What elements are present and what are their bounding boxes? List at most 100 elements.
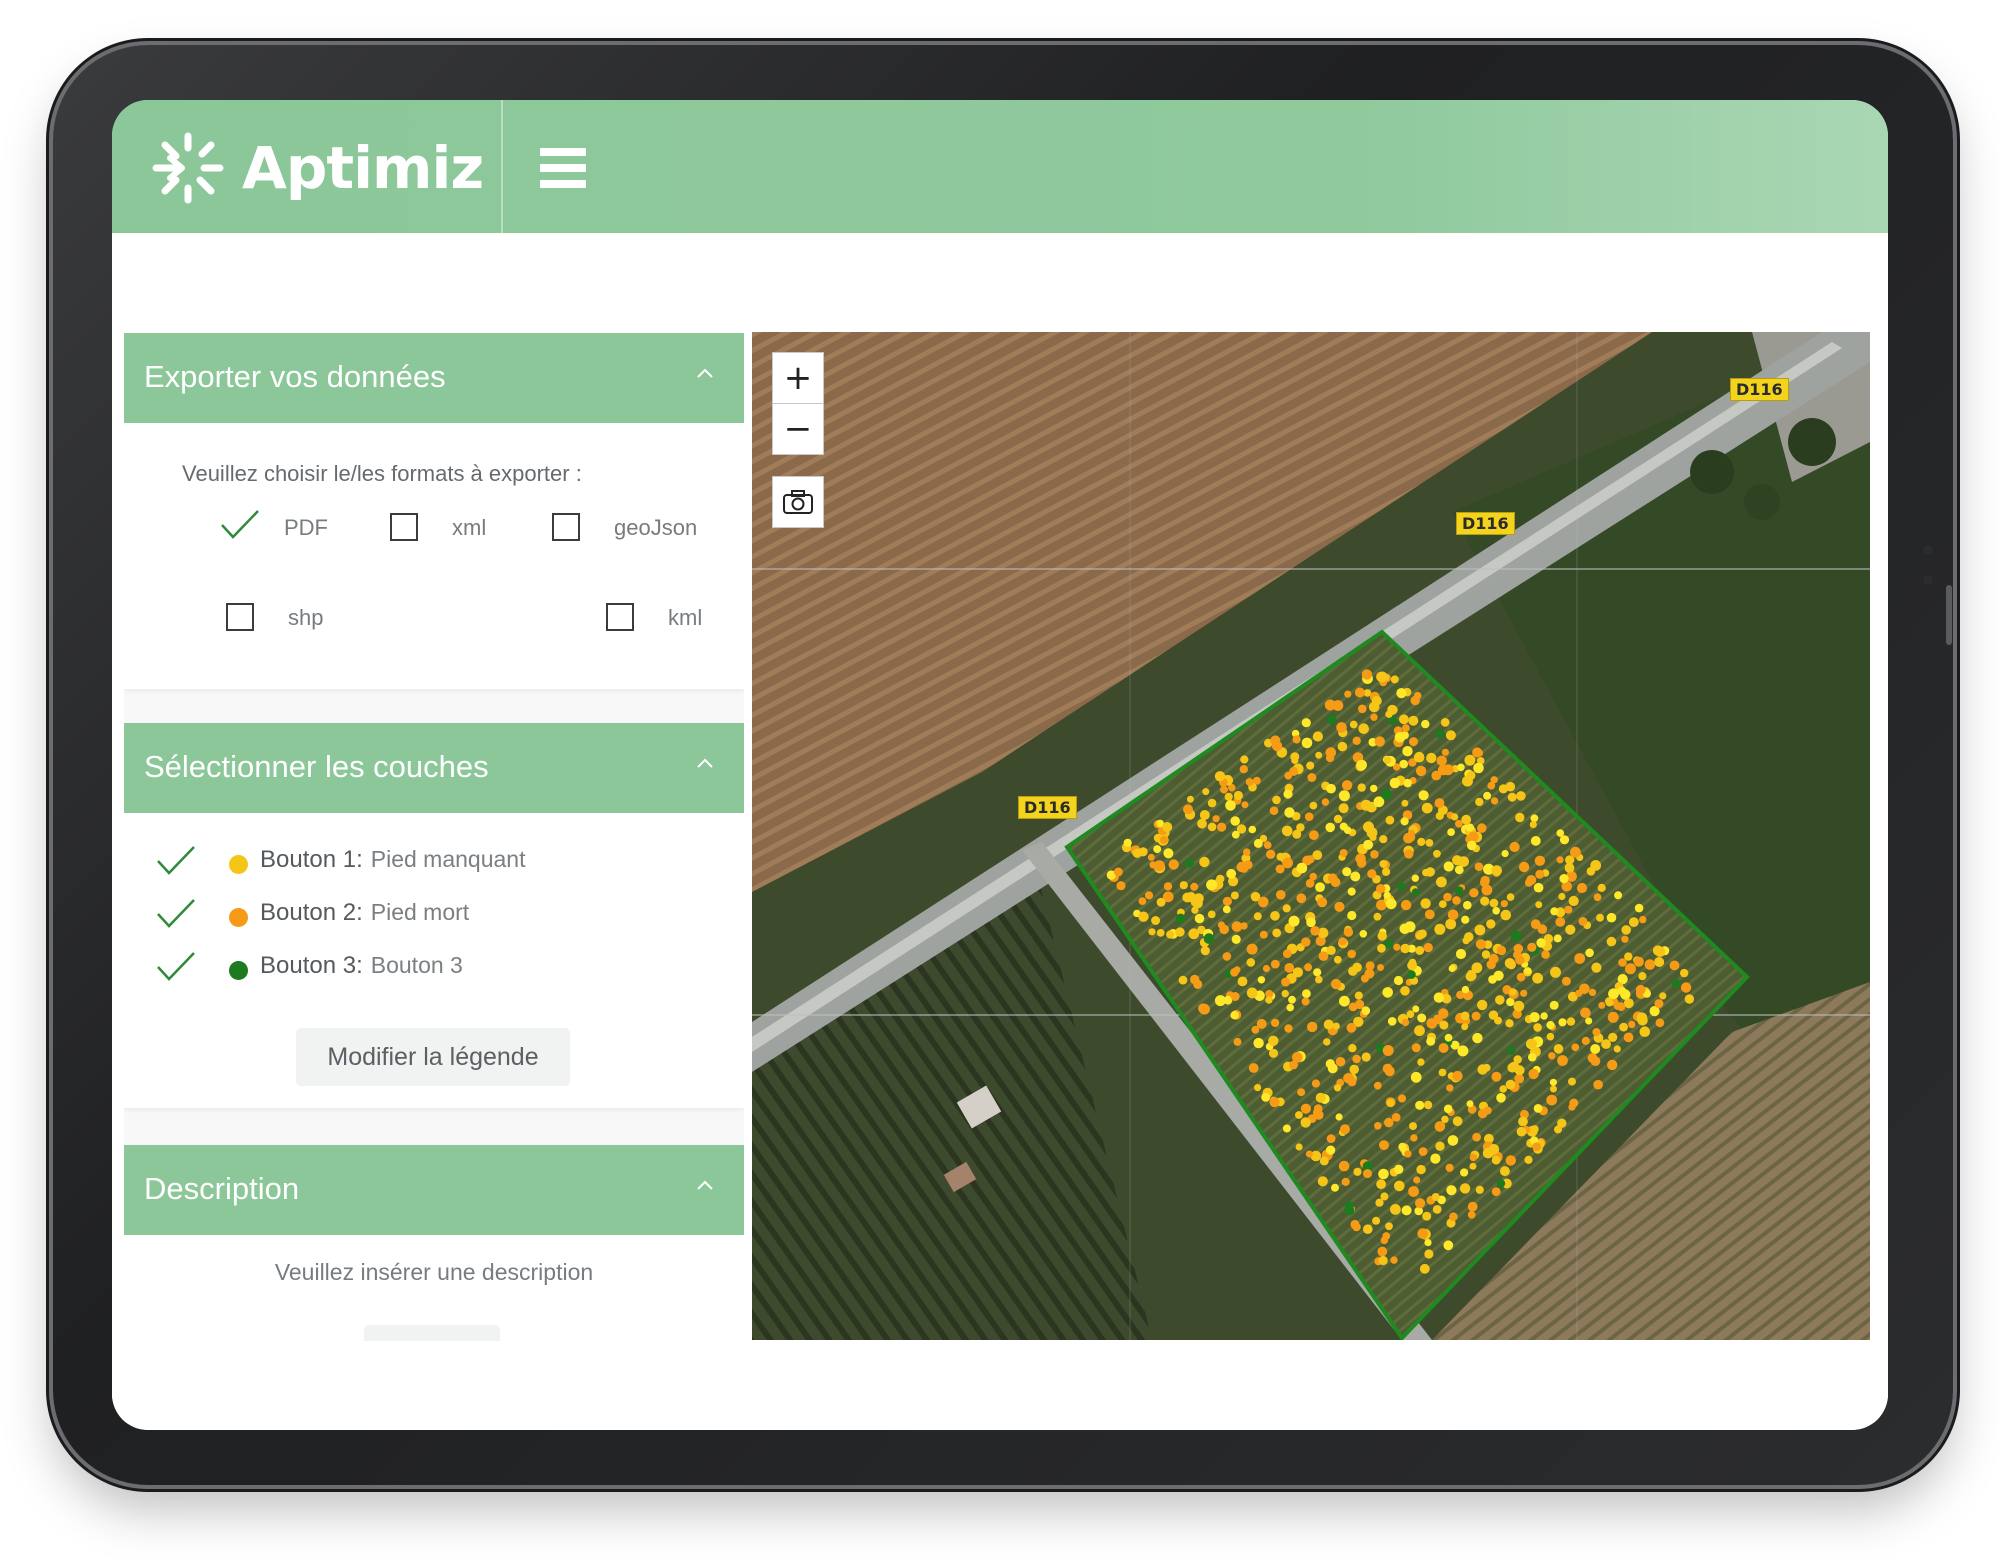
map-marker-dot	[1601, 1039, 1611, 1049]
map-marker-dot	[1469, 888, 1479, 898]
format-option-kml[interactable]: kml	[606, 597, 726, 637]
map-marker-dot	[1323, 1038, 1331, 1046]
map-marker-dot	[1230, 816, 1240, 826]
map-marker-dot	[1654, 999, 1664, 1009]
zoom-in-button[interactable]: +	[772, 352, 824, 404]
map-marker-dot	[1613, 1045, 1621, 1053]
satellite-map[interactable]	[752, 332, 1870, 1340]
app-logo[interactable]: Aptimiz	[148, 128, 508, 208]
map-marker-dot	[1655, 1018, 1665, 1028]
layer-row-bouton-1[interactable]: Bouton 1: Pied manquant	[154, 839, 714, 883]
map-marker-dot	[1207, 822, 1217, 832]
map-marker-dot	[1225, 800, 1236, 811]
map-marker-dot	[1270, 1018, 1280, 1028]
chevron-up-icon[interactable]	[696, 1177, 714, 1195]
map-marker-dot	[1231, 830, 1240, 839]
map-marker-dot	[1379, 860, 1388, 868]
map-marker-dot	[1571, 1043, 1580, 1052]
map-marker-dot	[1309, 801, 1318, 810]
app-name: Aptimiz	[242, 134, 484, 202]
map-marker-dot	[1559, 874, 1569, 884]
map-marker-dot	[1348, 1044, 1357, 1053]
map-marker-dot	[1399, 714, 1409, 725]
map-marker-dot	[1412, 1005, 1420, 1013]
map-marker-dot	[1266, 849, 1276, 859]
map-marker-dot	[1494, 1016, 1502, 1025]
map-marker-dot	[1315, 882, 1325, 893]
map-marker-dot	[1556, 856, 1564, 864]
map-marker-dot	[1379, 835, 1388, 844]
description-action-button[interactable]	[364, 1325, 500, 1341]
map-marker-dot	[1565, 924, 1576, 935]
map-marker-dot	[1590, 1044, 1601, 1054]
map-marker-dot	[1301, 737, 1313, 749]
map-marker-dot	[1382, 1045, 1394, 1056]
checkmark-icon[interactable]	[154, 896, 198, 932]
map-marker-dot	[1347, 1077, 1357, 1087]
format-option-geojson[interactable]: geoJson	[552, 507, 722, 547]
map-marker-dot	[1489, 898, 1499, 908]
checkbox[interactable]	[390, 513, 418, 541]
map-marker-dot	[1564, 905, 1573, 914]
map-marker-dot	[1410, 1134, 1418, 1142]
edit-legend-button[interactable]: Modifier la légende	[296, 1028, 570, 1086]
camera-icon[interactable]	[772, 476, 824, 528]
map-marker-dot	[1281, 825, 1293, 837]
map-marker-dot	[1398, 1142, 1407, 1151]
map-view[interactable]: D116 D116 D116 + −	[752, 332, 1870, 1340]
map-marker-dot	[1376, 1179, 1386, 1190]
map-marker-dot	[1194, 913, 1205, 924]
map-marker-dot	[1284, 1024, 1293, 1033]
map-marker-dot	[1500, 909, 1512, 921]
map-marker-dot	[1426, 752, 1437, 764]
format-option-pdf[interactable]: PDF	[221, 507, 372, 547]
map-marker-dot	[1373, 912, 1382, 921]
format-option-shp[interactable]: shp	[226, 597, 366, 637]
map-marker-dot	[1288, 915, 1300, 927]
map-marker-dot	[1326, 1134, 1336, 1143]
map-marker-dot	[1411, 1043, 1421, 1053]
chevron-up-icon[interactable]	[696, 365, 714, 383]
map-marker-dot	[1596, 913, 1604, 922]
map-marker-dot	[1349, 1064, 1359, 1075]
layer-row-bouton-3[interactable]: Bouton 3: Bouton 3	[154, 945, 714, 989]
map-marker-dot	[1482, 1063, 1491, 1072]
map-marker-dot	[1248, 825, 1257, 834]
map-marker-dot	[1393, 975, 1404, 986]
checkbox[interactable]	[226, 603, 254, 631]
layers-card-header[interactable]: Sélectionner les couches	[124, 723, 744, 813]
layer-row-bouton-2[interactable]: Bouton 2: Pied mort	[154, 892, 714, 936]
chevron-up-icon[interactable]	[696, 755, 714, 773]
map-marker-dot	[1438, 1043, 1449, 1053]
map-marker-dot	[1394, 1180, 1405, 1192]
map-marker-dot	[1361, 1052, 1371, 1062]
format-option-xml[interactable]: xml	[390, 507, 530, 547]
map-marker-dot	[1327, 714, 1337, 725]
checkmark-icon[interactable]	[154, 949, 198, 985]
map-marker-dot	[1326, 783, 1336, 794]
map-marker-dot	[1382, 1232, 1391, 1240]
map-marker-dot	[1306, 917, 1316, 928]
map-marker-dot	[1606, 912, 1617, 923]
checkbox[interactable]	[606, 603, 634, 631]
map-marker-dot	[1578, 917, 1588, 926]
map-marker-dot	[1553, 934, 1562, 943]
map-marker-dot	[1168, 859, 1179, 870]
checkbox[interactable]	[552, 513, 580, 541]
map-marker-dot	[1628, 917, 1639, 927]
map-marker-dot	[1467, 1201, 1478, 1212]
map-marker-dot	[1379, 1140, 1389, 1151]
checkmark-icon[interactable]	[154, 843, 198, 879]
map-marker-dot	[1518, 1116, 1528, 1127]
map-marker-dot	[1166, 930, 1175, 939]
map-marker-dot	[1151, 916, 1161, 925]
map-marker-dot	[1407, 970, 1416, 979]
map-marker-dot	[1370, 713, 1378, 721]
map-marker-dot	[1529, 821, 1537, 829]
zoom-out-button[interactable]: −	[772, 403, 824, 455]
map-marker-dot	[1331, 1183, 1339, 1192]
description-card-header[interactable]: Description	[124, 1145, 744, 1235]
hamburger-menu-icon[interactable]	[540, 148, 586, 188]
description-placeholder[interactable]: Veuillez insérer une description	[124, 1259, 744, 1286]
export-card-header[interactable]: Exporter vos données	[124, 333, 744, 423]
